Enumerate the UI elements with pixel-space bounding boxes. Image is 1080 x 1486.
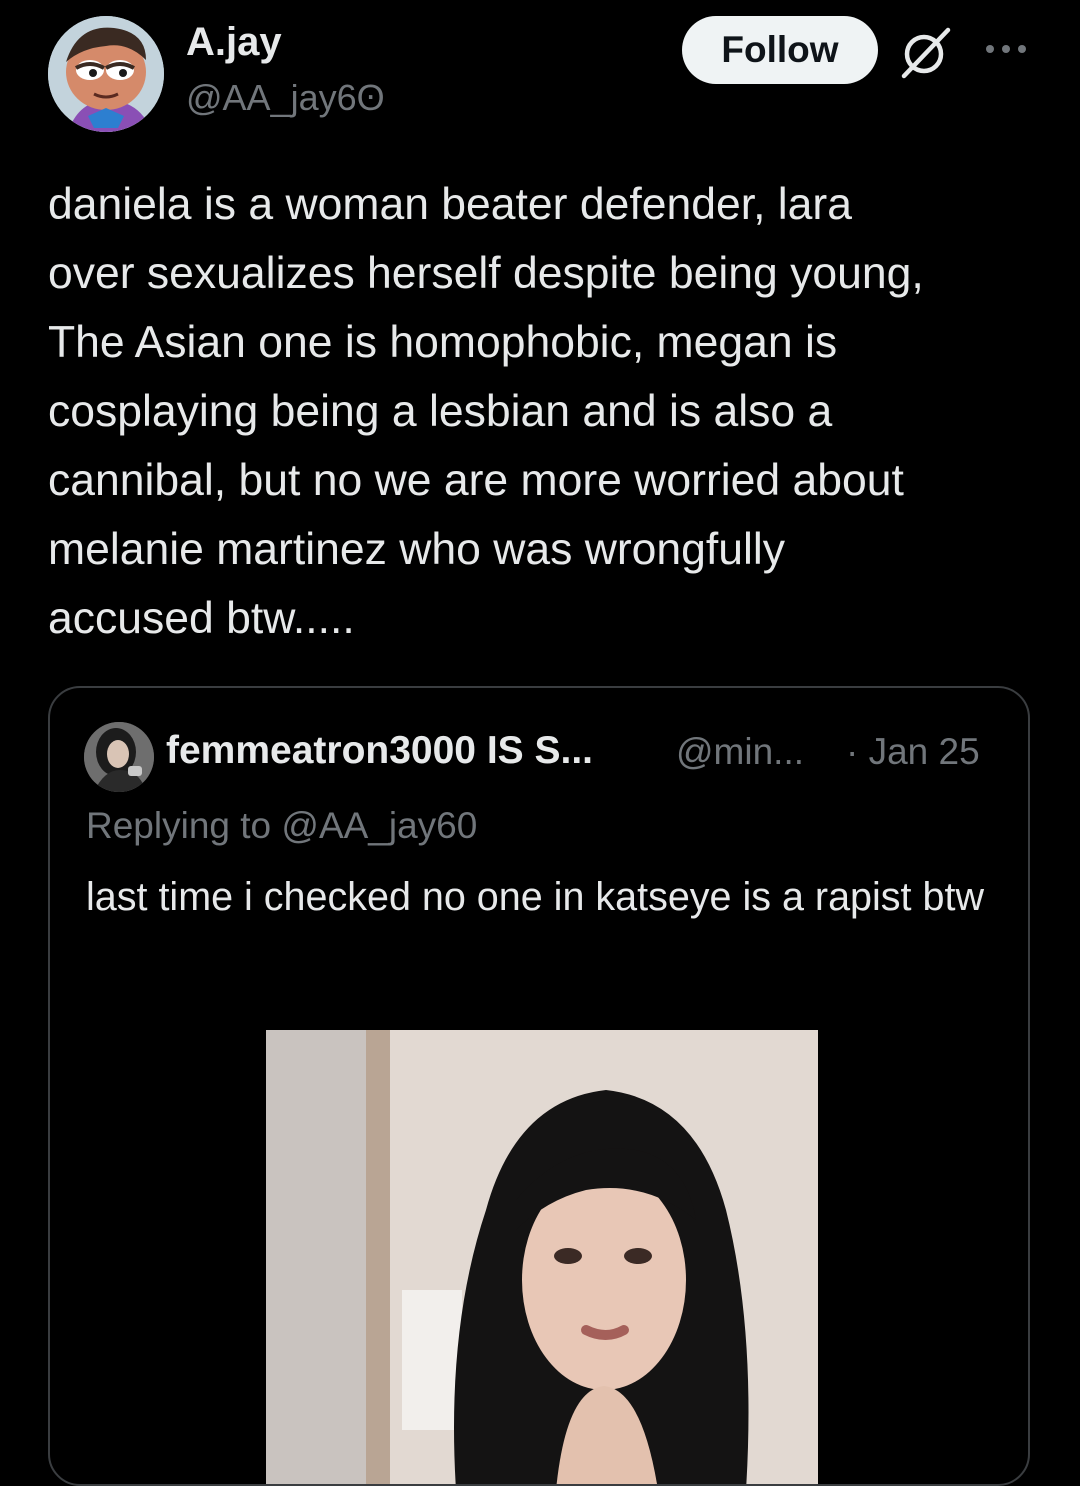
quoted-post-card[interactable]: femmeatron3000 IS S... @min... · Jan 25 … [48, 686, 1030, 1486]
author-display-name[interactable]: A.jay [186, 20, 282, 64]
quoted-author-handle[interactable]: @min... [676, 731, 804, 773]
grok-icon[interactable] [898, 24, 954, 80]
quoted-post-media[interactable] [266, 1030, 818, 1484]
quoted-media-photo [266, 1030, 818, 1484]
author-handle[interactable]: @AA_jay6ʘ [186, 78, 385, 118]
author-avatar[interactable] [48, 16, 164, 132]
quoted-post-text: last time i checked no one in katseye is… [86, 875, 984, 919]
more-options-icon[interactable] [984, 38, 1028, 60]
replying-to-label[interactable]: Replying to @AA_jay60 [86, 805, 477, 847]
quoted-post-date[interactable]: · Jan 25 [846, 731, 980, 773]
cartoon-avatar-image [48, 16, 164, 132]
follow-button[interactable]: Follow [682, 16, 878, 84]
quoted-author-avatar[interactable] [84, 722, 154, 792]
quoted-avatar-image [84, 722, 154, 792]
quoted-author-display-name[interactable]: femmeatron3000 IS S... [166, 729, 593, 773]
post-text: daniela is a woman beater defender, lara… [48, 180, 924, 643]
